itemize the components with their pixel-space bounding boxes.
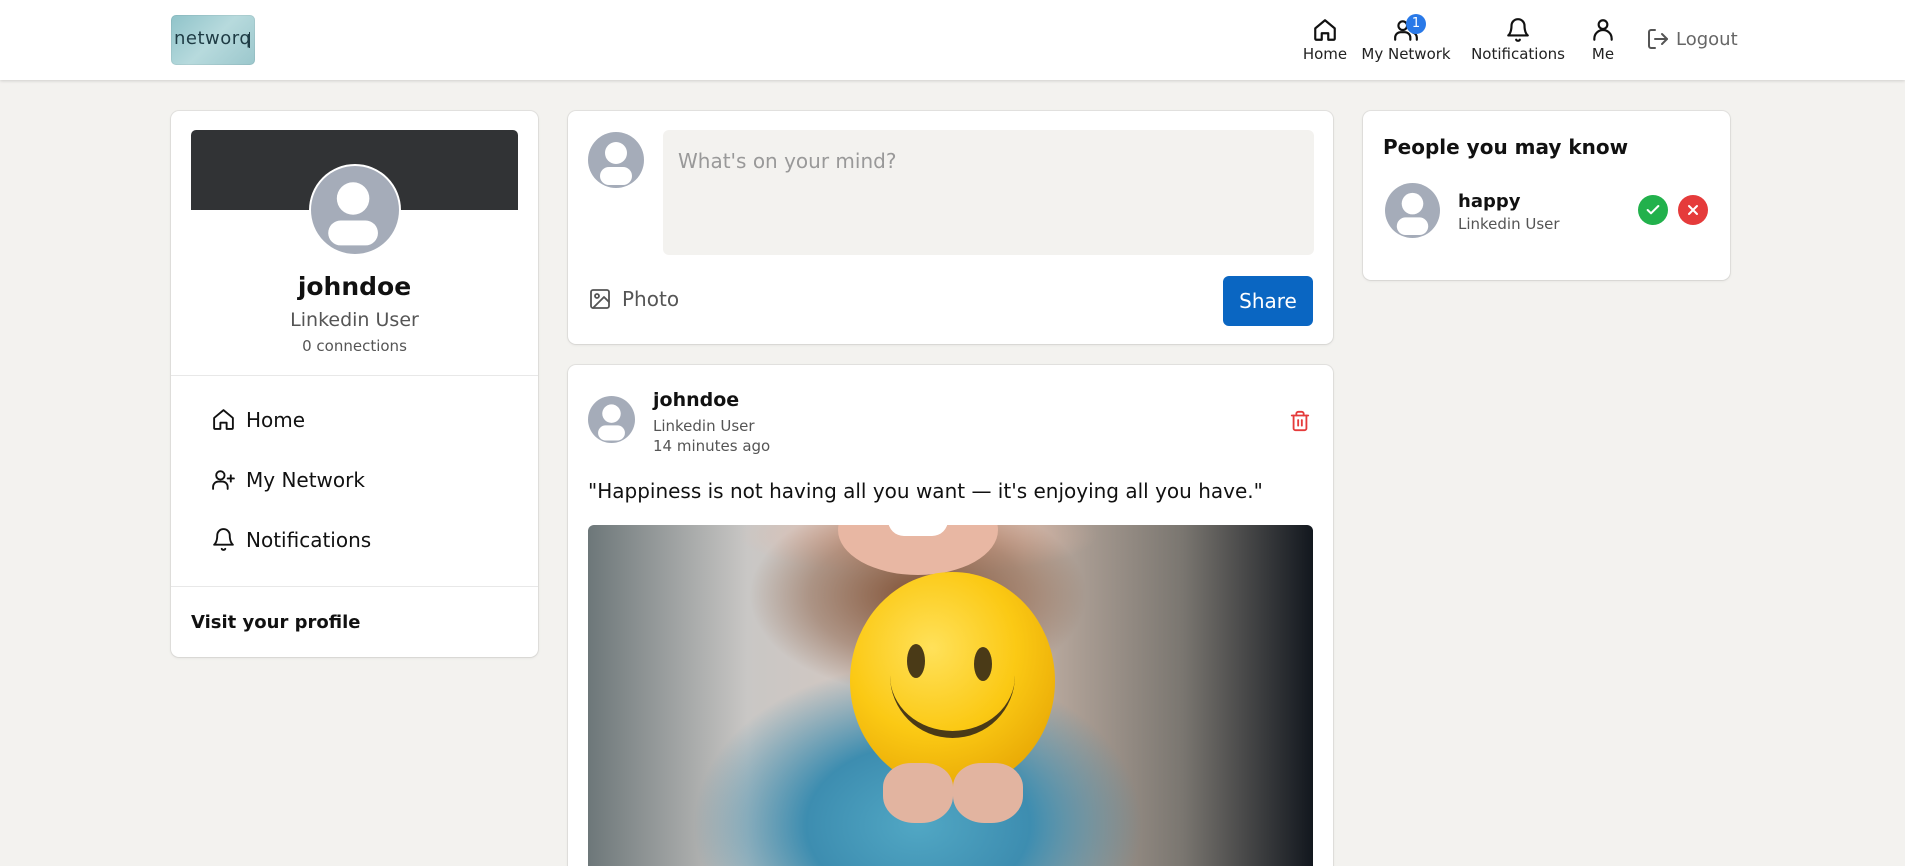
nav-me[interactable]: Me	[1591, 0, 1615, 80]
image-hand	[953, 763, 1023, 823]
reject-button[interactable]	[1678, 195, 1708, 225]
profile-connections: 0 connections	[302, 337, 407, 355]
smiley-mouth	[890, 668, 1015, 738]
profile-card: johndoe Linkedin User 0 connections Home…	[171, 111, 538, 657]
add-user-icon	[212, 470, 235, 490]
nav-notifications[interactable]: Notifications	[1471, 0, 1565, 80]
avatar-placeholder-icon	[328, 182, 378, 246]
post-author-avatar[interactable]	[588, 396, 635, 443]
bell-icon	[213, 528, 234, 551]
avatar-placeholder-icon	[600, 142, 632, 185]
sidebar-item-my-network[interactable]: My Network	[211, 467, 365, 492]
suggestion-avatar[interactable]	[1385, 183, 1440, 238]
people-you-may-know-title: People you may know	[1383, 135, 1629, 159]
logout-icon	[1648, 29, 1668, 49]
avatar-placeholder-icon	[1396, 192, 1429, 236]
nav-my-network-label: My Network	[1361, 45, 1451, 63]
suggestion-subtitle: Linkedin User	[1458, 215, 1560, 233]
image-hand	[883, 763, 953, 823]
profile-username[interactable]: johndoe	[171, 272, 538, 301]
image-icon	[590, 289, 610, 309]
sidebar-item-label: Home	[246, 407, 306, 432]
post-composer: Photo Share	[568, 111, 1333, 344]
photo-label: Photo	[622, 287, 680, 311]
sidebar-item-home[interactable]: Home	[211, 407, 305, 432]
post-input[interactable]	[663, 130, 1314, 255]
check-icon	[1646, 205, 1660, 215]
sidebar-item-label: My Network	[246, 467, 365, 492]
nav-home-label: Home	[1302, 45, 1348, 63]
trash-icon[interactable]	[1289, 409, 1311, 433]
post-author-subtitle: Linkedin User	[653, 417, 755, 435]
accept-button[interactable]	[1638, 195, 1668, 225]
home-icon	[1314, 19, 1336, 41]
post-text: "Happiness is not having all you want — …	[588, 479, 1263, 503]
network-badge: 1	[1406, 14, 1426, 34]
close-icon	[1688, 205, 1698, 215]
sidebar-item-notifications[interactable]: Notifications	[211, 527, 371, 552]
nav-me-label: Me	[1591, 45, 1615, 63]
post-timestamp: 14 minutes ago	[653, 437, 771, 455]
logo-cursor	[249, 32, 250, 48]
smiley-balloon	[850, 572, 1055, 790]
user-icon	[1593, 19, 1613, 41]
sidebar-item-label: Notifications	[246, 527, 372, 552]
logo-text: networq	[174, 28, 252, 49]
profile-avatar[interactable]	[309, 164, 401, 256]
top-navbar: networq Home 1 My Network Notifications …	[0, 0, 1905, 80]
nav-home[interactable]: Home	[1295, 0, 1355, 80]
share-button[interactable]: Share	[1223, 276, 1313, 326]
divider	[171, 586, 538, 587]
bell-icon	[1507, 18, 1529, 42]
suggestion-name[interactable]: happy	[1458, 191, 1520, 212]
photo-button[interactable]: Photo	[588, 287, 679, 311]
divider	[171, 375, 538, 376]
logout-button[interactable]: Logout	[1646, 27, 1738, 51]
nav-my-network[interactable]: 1 My Network	[1361, 0, 1451, 80]
post-image[interactable]	[588, 525, 1313, 866]
logo[interactable]: networq	[171, 15, 255, 65]
visit-profile-link[interactable]: Visit your profile	[191, 612, 360, 633]
post-author-name[interactable]: johndoe	[653, 389, 739, 411]
image-teeth	[888, 525, 948, 536]
logout-label: Logout	[1676, 28, 1738, 50]
post-card: johndoe Linkedin User 14 minutes ago "Ha…	[568, 365, 1333, 866]
home-icon	[213, 409, 234, 430]
avatar	[588, 132, 644, 188]
avatar-placeholder-icon	[598, 404, 625, 441]
people-you-may-know-card: People you may know happy Linkedin User	[1363, 111, 1730, 280]
profile-subtitle: Linkedin User	[290, 309, 419, 331]
nav-notifications-label: Notifications	[1471, 45, 1565, 63]
